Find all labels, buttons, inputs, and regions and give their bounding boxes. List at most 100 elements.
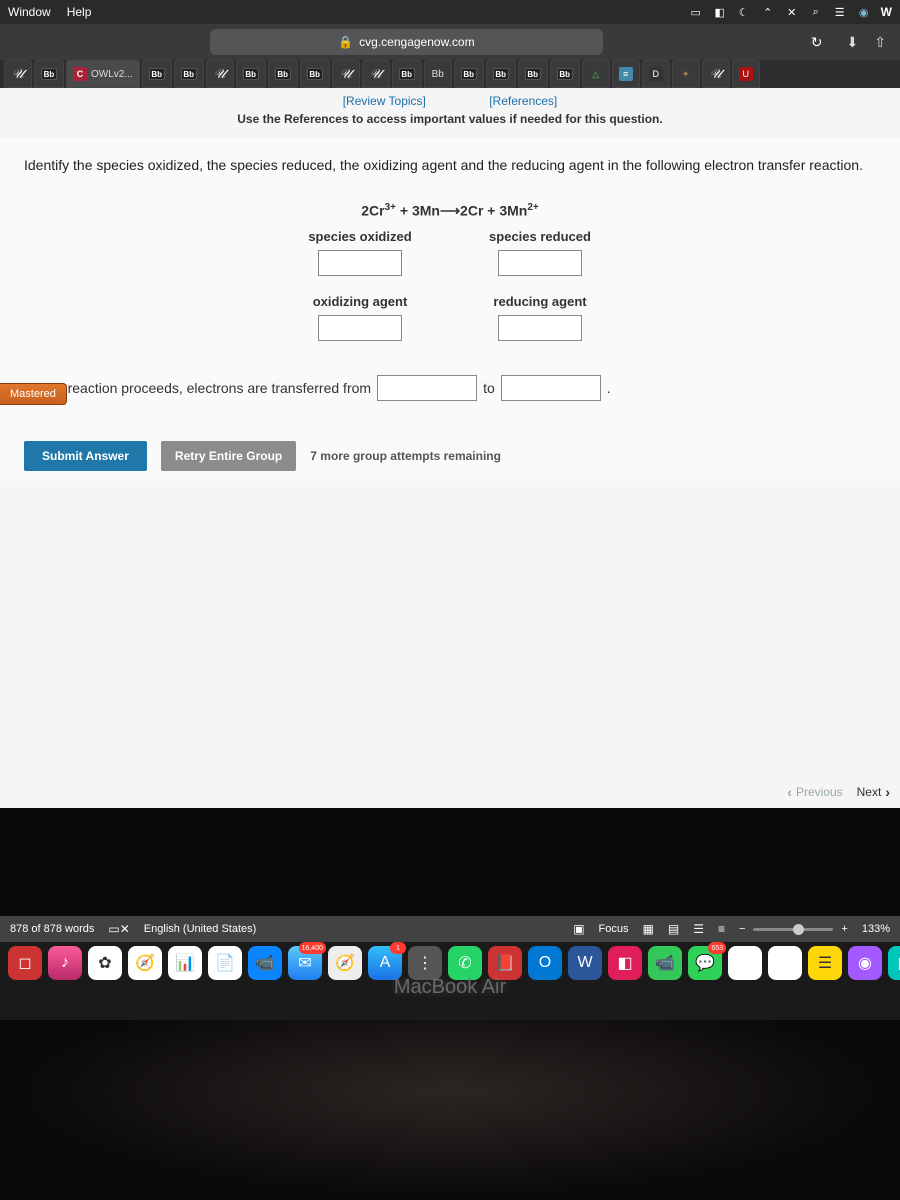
browser-tab[interactable]: ≡ [612,60,640,88]
mac-menubar: Window Help ▭ ◧ ☾ ⌃ ✕ ⌕ ☰ ◉ W [0,0,900,24]
draft-icon[interactable]: ≡ [718,922,725,936]
dock-app[interactable]: ◻ [8,946,42,980]
safari-alt-icon[interactable]: 🧭 [328,946,362,980]
appstore-badge: 1 [390,942,406,954]
menu-window[interactable]: Window [8,5,51,19]
browser-tab[interactable]: Bb [486,60,516,88]
browser-tab[interactable]: Bb [454,60,484,88]
gmail-icon[interactable]: ✉ [768,946,802,980]
dock-app[interactable]: ◧ [608,946,642,980]
messages-icon[interactable]: 💬653 [688,946,722,980]
label-reducing-agent: reducing agent [493,294,586,309]
browser-tab[interactable]: 𝒰 [4,60,32,88]
appstore-icon[interactable]: A1 [368,946,402,980]
launchpad-icon[interactable]: ⋮ [408,946,442,980]
browser-tab-active[interactable]: C OWLv2... [66,60,140,88]
next-label: Next [857,785,882,799]
safari-icon[interactable]: 🧭 [128,946,162,980]
chrome-icon[interactable]: ◯ [728,946,762,980]
input-oxidizing-agent[interactable] [318,315,402,341]
moon-icon[interactable]: ☾ [737,5,751,19]
browser-tab[interactable]: Bb [300,60,330,88]
pdf-icon[interactable]: 📕 [488,946,522,980]
whatsapp-icon[interactable]: ✆ [448,946,482,980]
focus-label[interactable]: Focus [599,923,629,935]
outlook-icon[interactable]: O [528,946,562,980]
retry-group-button[interactable]: Retry Entire Group [161,441,296,471]
input-reducing-agent[interactable] [498,315,582,341]
browser-tab[interactable]: Bb [518,60,548,88]
browser-tab[interactable]: Bb [268,60,298,88]
review-topics-link[interactable]: [Review Topics] [343,94,426,108]
browser-tab[interactable]: Bb [142,60,172,88]
zoom-app-icon[interactable]: 📹 [248,946,282,980]
u2-icon: U [739,67,753,81]
music-icon[interactable]: ♪ [48,946,82,980]
input-species-oxidized[interactable] [318,250,402,276]
focus-icon[interactable]: ▣ [573,922,584,936]
input-transfer-to[interactable] [501,375,601,401]
photos-icon[interactable]: ✿ [88,946,122,980]
word-icon[interactable]: W [568,946,602,980]
outline-icon[interactable]: ☰ [693,922,704,936]
input-species-reduced[interactable] [498,250,582,276]
web-layout-icon[interactable]: ▤ [668,922,679,936]
browser-tab[interactable]: 𝒰 [362,60,390,88]
zoom-out-icon[interactable]: − [739,923,745,935]
battery-icon[interactable]: ◧ [713,5,727,19]
spellcheck-icon[interactable]: ▭✕ [108,922,129,936]
bluetooth-off-icon[interactable]: ✕ [785,5,799,19]
bb-icon: Bb [243,68,259,80]
dock-app[interactable]: ▣ [888,946,900,980]
browser-tab[interactable]: 𝒰 [206,60,234,88]
next-button[interactable]: Next › [857,784,890,800]
browser-tab[interactable]: ✦ [672,60,700,88]
control-center-icon[interactable]: ☰ [833,5,847,19]
label-species-oxidized: species oxidized [308,229,411,244]
zoom-percent[interactable]: 133% [862,923,890,935]
zoom-slider[interactable]: − + [739,923,848,935]
browser-tab[interactable]: Bb [424,60,452,88]
u-icon: 𝒰 [213,67,227,81]
rectangles-icon[interactable]: ▭ [689,5,703,19]
browser-tab[interactable]: Bb [34,60,64,88]
previous-button[interactable]: ‹ Previous [787,784,842,800]
numbers-icon[interactable]: 📊 [168,946,202,980]
notes-icon[interactable]: ☰ [808,946,842,980]
slider-track[interactable] [753,928,833,931]
download-icon[interactable]: ⬇ [843,34,863,51]
search-icon[interactable]: ⌕ [809,5,823,19]
browser-tab[interactable]: Bb [392,60,422,88]
reload-icon[interactable]: ↻ [811,34,823,51]
siri-icon[interactable]: ◉ [857,5,871,19]
browser-toolbar: 🔒 cvg.cengagenow.com ↻ ⬇ ⇧ [0,24,900,60]
wifi-icon[interactable]: ⌃ [761,5,775,19]
language-selector[interactable]: English (United States) [144,923,257,935]
browser-tab[interactable]: Bb [174,60,204,88]
sentence-suffix: . [607,380,611,396]
browser-tab[interactable]: D [642,60,670,88]
chevron-left-icon: ‹ [787,784,792,800]
mail-icon[interactable]: ✉16,400 [288,946,322,980]
references-link[interactable]: [References] [489,94,557,108]
browser-tab[interactable]: 𝒰 [332,60,360,88]
word-count[interactable]: 878 of 878 words [10,923,94,935]
browser-tab[interactable]: Bb [236,60,266,88]
podcasts-icon[interactable]: ◉ [848,946,882,980]
menubar-letter-w: W [881,5,892,19]
browser-tab[interactable]: △ [582,60,610,88]
menu-help[interactable]: Help [67,5,92,19]
drive-icon: △ [589,67,603,81]
submit-answer-button[interactable]: Submit Answer [24,441,147,471]
browser-tab[interactable]: U [732,60,760,88]
pages-icon[interactable]: 📄 [208,946,242,980]
facetime-icon[interactable]: 📹 [648,946,682,980]
browser-tab[interactable]: Bb [550,60,580,88]
share-icon[interactable]: ⇧ [870,34,890,51]
zoom-in-icon[interactable]: + [841,923,847,935]
url-bar[interactable]: 🔒 cvg.cengagenow.com [210,29,603,55]
slider-thumb[interactable] [793,924,804,935]
print-layout-icon[interactable]: ▦ [643,922,654,936]
input-transfer-from[interactable] [377,375,477,401]
browser-tab[interactable]: 𝒰 [702,60,730,88]
